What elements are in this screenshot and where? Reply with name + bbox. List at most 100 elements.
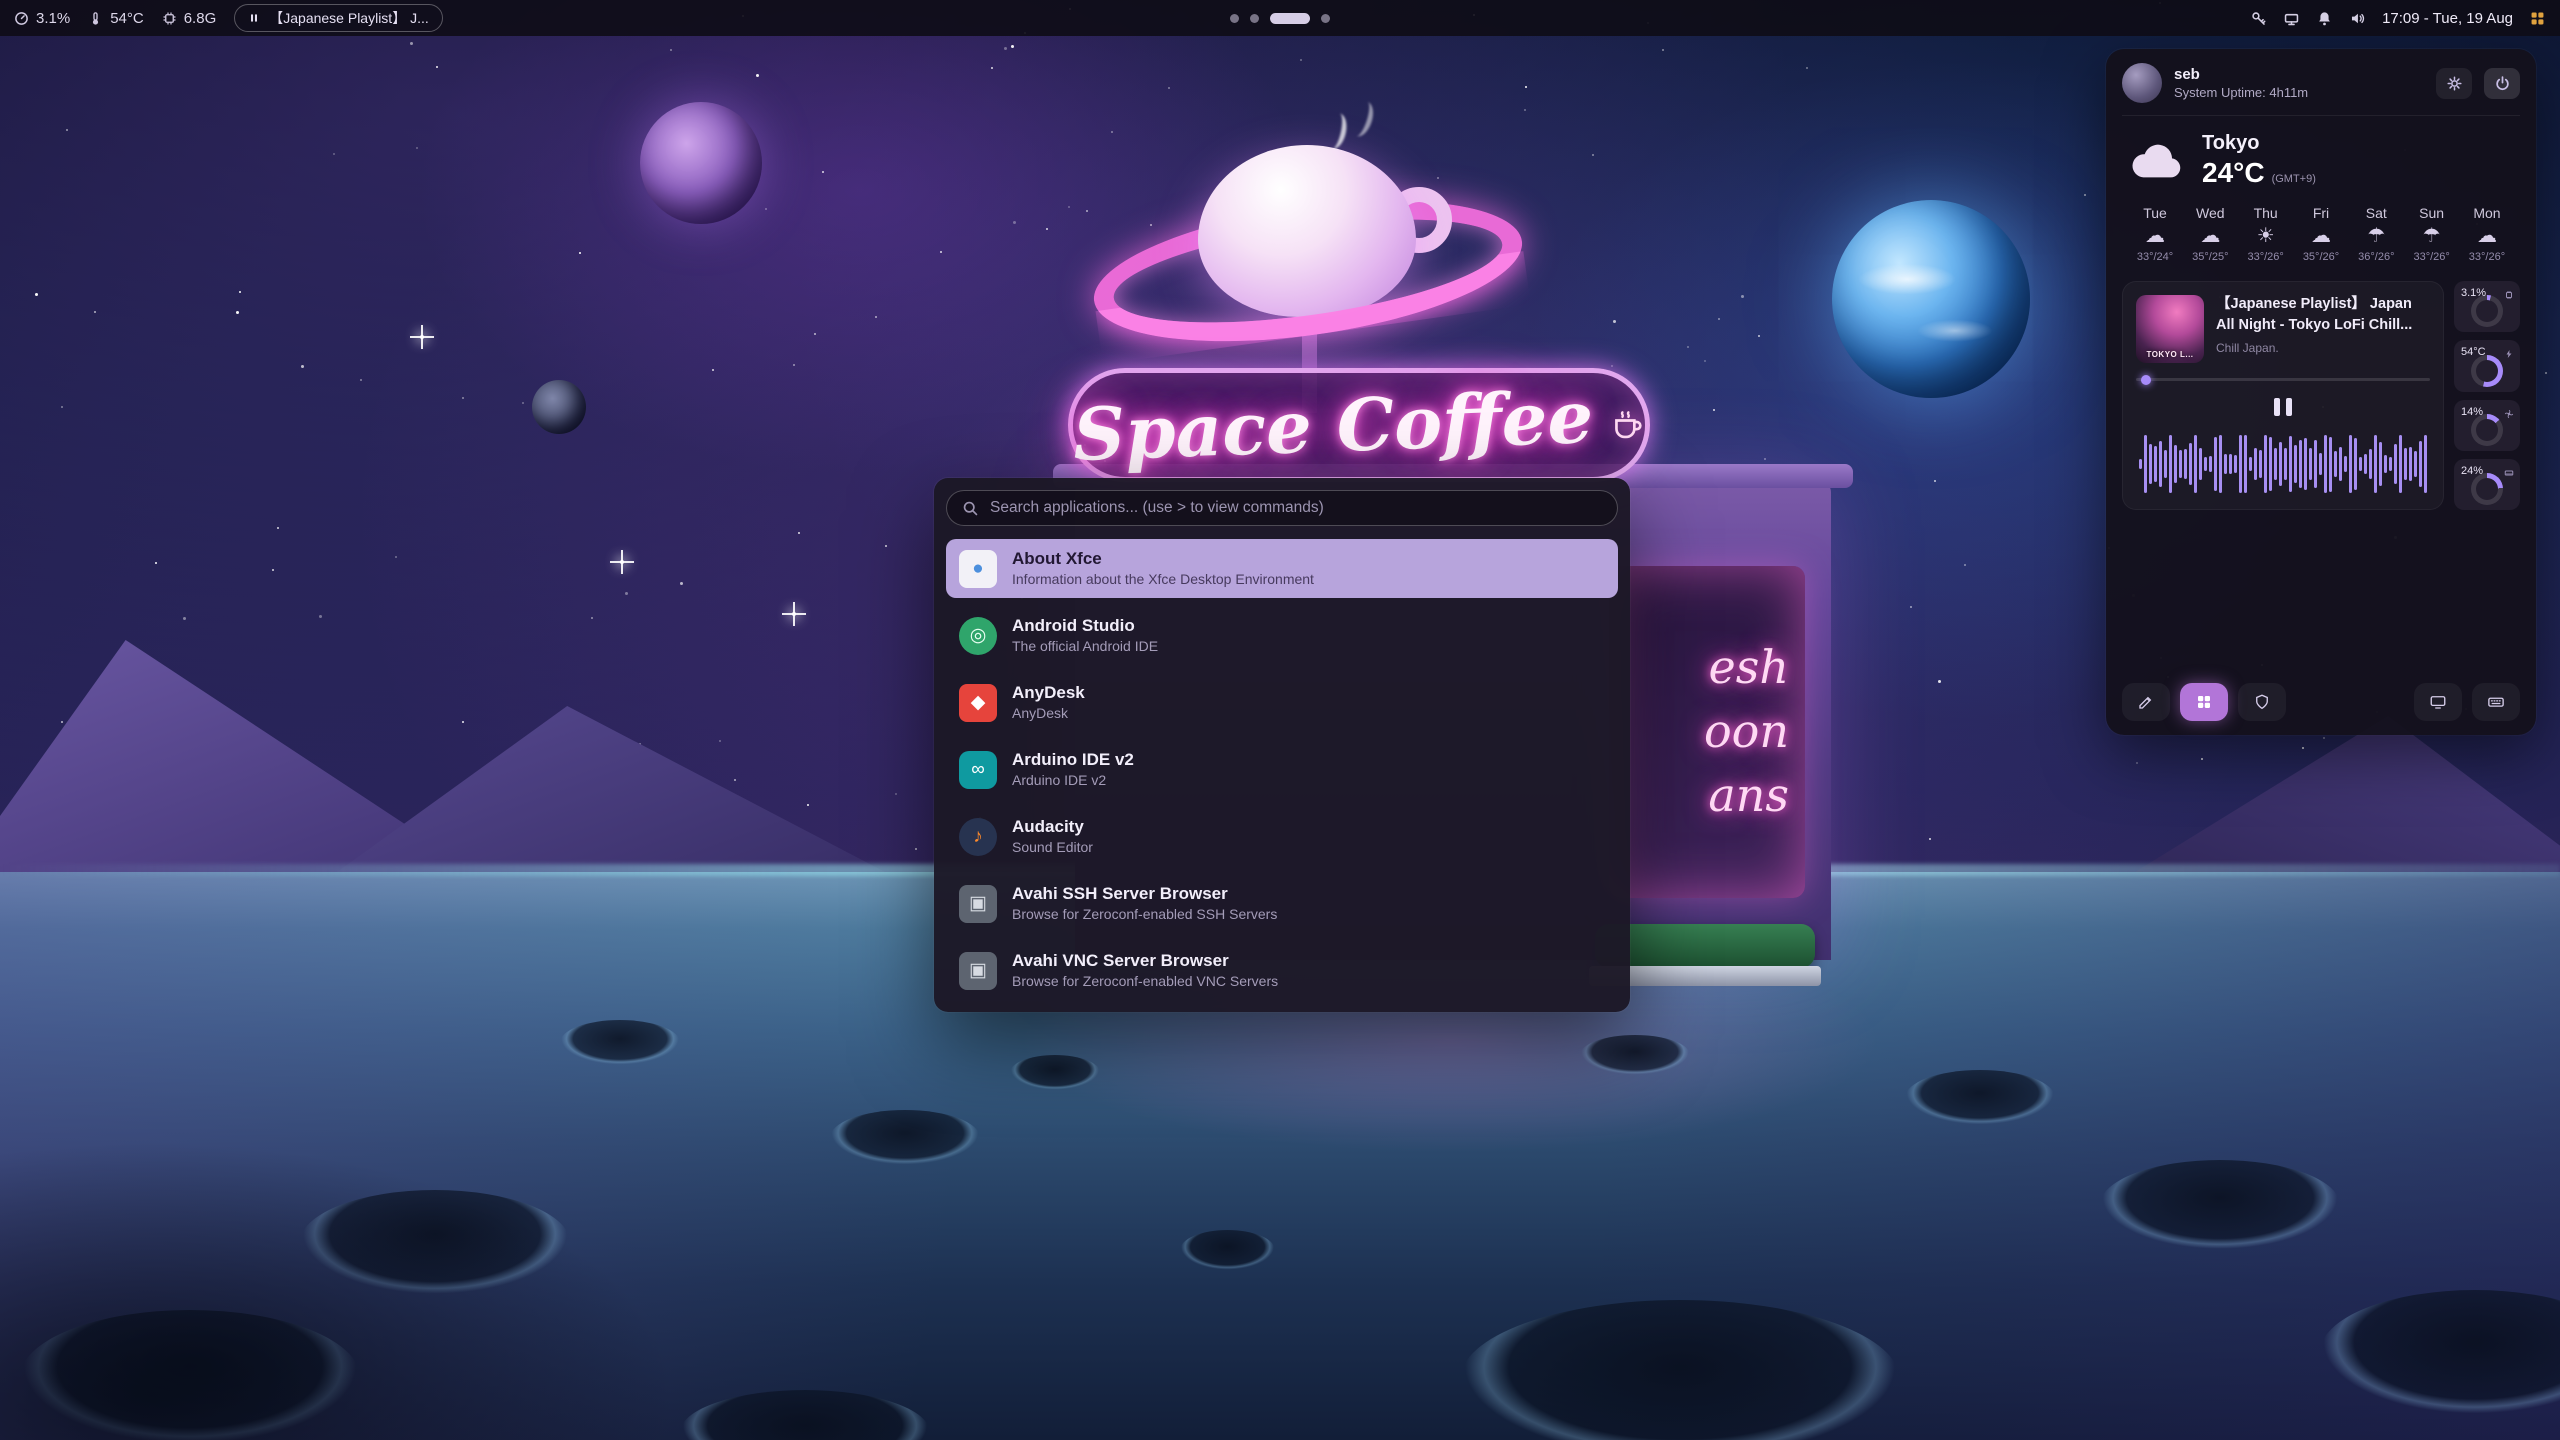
forecast-temps: 33°/26° bbox=[2405, 251, 2459, 263]
launcher-item-avahi-ssh[interactable]: ▣ Avahi SSH Server Browser Browse for Ze… bbox=[946, 874, 1618, 933]
user-header: seb System Uptime: 4h11m bbox=[2122, 63, 2520, 116]
stat-gauge-memory: 24% bbox=[2454, 459, 2520, 510]
memory-usage: 6.8G bbox=[162, 10, 217, 27]
search-box[interactable] bbox=[946, 490, 1618, 526]
workspace-dot[interactable] bbox=[1230, 14, 1239, 23]
app-launcher: ● About Xfce Information about the Xfce … bbox=[934, 478, 1630, 1012]
clock[interactable]: 17:09 - Tue, 19 Aug bbox=[2382, 10, 2513, 27]
power-button[interactable] bbox=[2484, 68, 2520, 99]
forecast-day-label: Tue bbox=[2128, 205, 2182, 221]
app-icon: ● bbox=[959, 550, 997, 588]
forecast-temps: 33°/26° bbox=[2239, 251, 2293, 263]
coffee-cup-icon bbox=[1609, 403, 1645, 447]
crater bbox=[1905, 1070, 2055, 1125]
cpu-icon bbox=[2504, 290, 2514, 300]
now-playing-pill[interactable]: 【Japanese Playlist】 J... bbox=[234, 4, 443, 32]
keyboard-button[interactable] bbox=[2472, 683, 2520, 721]
pause-bar bbox=[2274, 398, 2280, 416]
forecast-day: Fri ☁ 35°/26° bbox=[2294, 205, 2348, 263]
weather-condition-icon: ☂ bbox=[2349, 226, 2403, 246]
pause-bar bbox=[2286, 398, 2292, 416]
forecast-day-label: Sat bbox=[2349, 205, 2403, 221]
weather-condition-icon: ☁ bbox=[2460, 226, 2514, 246]
app-grid-icon[interactable] bbox=[2529, 10, 2546, 27]
weather-city: Tokyo bbox=[2202, 132, 2316, 155]
search-input[interactable] bbox=[990, 499, 1602, 517]
security-button[interactable] bbox=[2238, 683, 2286, 721]
stat-ring bbox=[2471, 473, 2503, 505]
earth-planet bbox=[1832, 200, 2030, 398]
launcher-item-android-studio[interactable]: ◎ Android Studio The official Android ID… bbox=[946, 606, 1618, 665]
memory-usage-value: 6.8G bbox=[184, 10, 217, 27]
launcher-item-arduino-ide[interactable]: ∞ Arduino IDE v2 Arduino IDE v2 bbox=[946, 740, 1618, 799]
launcher-item-anydesk[interactable]: ◆ AnyDesk AnyDesk bbox=[946, 673, 1618, 732]
workspace-active-pill[interactable] bbox=[1270, 13, 1310, 24]
forecast-day: Thu ☀ 33°/26° bbox=[2239, 205, 2293, 263]
notifications-bell-icon[interactable] bbox=[2316, 10, 2333, 27]
workspace-indicator[interactable] bbox=[1230, 0, 1330, 36]
keyboard-icon bbox=[2487, 693, 2505, 711]
progress-handle[interactable] bbox=[2141, 375, 2151, 385]
search-icon bbox=[962, 500, 979, 517]
forecast-day-label: Thu bbox=[2239, 205, 2293, 221]
ground-shadow bbox=[0, 1140, 680, 1440]
launcher-item-about-xfce[interactable]: ● About Xfce Information about the Xfce … bbox=[946, 539, 1618, 598]
weather-condition-icon: ☁ bbox=[2128, 226, 2182, 246]
shield-icon bbox=[2253, 693, 2271, 711]
volume-icon[interactable] bbox=[2349, 10, 2366, 27]
network-device-icon[interactable] bbox=[2283, 10, 2300, 27]
pause-button[interactable] bbox=[2264, 392, 2302, 422]
crater bbox=[830, 1110, 980, 1165]
small-moon bbox=[532, 380, 586, 434]
stat-ring bbox=[2471, 295, 2503, 327]
dashboard-panel: seb System Uptime: 4h11m Tokyo 24°C (GMT… bbox=[2106, 49, 2536, 735]
fan-icon bbox=[2504, 409, 2514, 419]
gear-icon bbox=[2446, 75, 2463, 92]
forecast-day-label: Mon bbox=[2460, 205, 2514, 221]
star-sparkle bbox=[792, 612, 796, 616]
workspace-dot[interactable] bbox=[1321, 14, 1330, 23]
system-stats: 3.1% 54°C 14% 24% bbox=[2454, 281, 2520, 510]
album-art: TOKYO L... bbox=[2136, 295, 2204, 363]
edit-button[interactable] bbox=[2122, 683, 2170, 721]
stat-ring bbox=[2471, 414, 2503, 446]
pencil-icon bbox=[2137, 693, 2155, 711]
vpn-key-icon[interactable] bbox=[2250, 10, 2267, 27]
topbar-left: 3.1% 54°C 6.8G 【Japanese Playlist】 J... bbox=[14, 4, 443, 32]
forecast-temps: 35°/26° bbox=[2294, 251, 2348, 263]
apps-button[interactable] bbox=[2180, 683, 2228, 721]
app-description: AnyDesk bbox=[1012, 705, 1085, 722]
track-subtitle: Chill Japan. bbox=[2216, 341, 2412, 355]
display-button[interactable] bbox=[2414, 683, 2462, 721]
forecast-day: Sat ☂ 36°/26° bbox=[2349, 205, 2403, 263]
launcher-item-audacity[interactable]: ♪ Audacity Sound Editor bbox=[946, 807, 1618, 866]
forecast-day: Wed ☁ 35°/25° bbox=[2183, 205, 2237, 263]
album-art-text: TOKYO L... bbox=[2139, 350, 2201, 359]
thermometer-icon bbox=[88, 11, 103, 26]
weather-widget: Tokyo 24°C (GMT+9) Tue ☁ 33°/24° Wed ☁ 3… bbox=[2122, 116, 2520, 267]
crater bbox=[2100, 1160, 2340, 1250]
track-progress-bar[interactable] bbox=[2136, 378, 2430, 381]
app-description: Information about the Xfce Desktop Envir… bbox=[1012, 571, 1314, 588]
settings-button[interactable] bbox=[2436, 68, 2472, 99]
power-icon bbox=[2494, 75, 2511, 92]
app-icon: ▣ bbox=[959, 952, 997, 990]
memory-chip-icon bbox=[162, 11, 177, 26]
cpu-usage-value: 3.1% bbox=[36, 10, 70, 27]
app-description: Browse for Zeroconf-enabled VNC Servers bbox=[1012, 973, 1278, 990]
weather-condition-icon: ☀ bbox=[2239, 226, 2293, 246]
app-description: Sound Editor bbox=[1012, 839, 1093, 856]
track-title-line1: 【Japanese Playlist】 Japan bbox=[2216, 295, 2412, 313]
music-player: TOKYO L... 【Japanese Playlist】 Japan All… bbox=[2122, 281, 2444, 510]
launcher-item-avahi-vnc[interactable]: ▣ Avahi VNC Server Browser Browse for Ze… bbox=[946, 941, 1618, 1000]
crater bbox=[560, 1020, 680, 1065]
app-icon: ◎ bbox=[959, 617, 997, 655]
app-title: AnyDesk bbox=[1012, 683, 1085, 703]
app-title: Avahi SSH Server Browser bbox=[1012, 884, 1277, 904]
stat-gauge-fan: 14% bbox=[2454, 400, 2520, 451]
grid-icon bbox=[2195, 693, 2213, 711]
app-title: Avahi VNC Server Browser bbox=[1012, 951, 1278, 971]
workspace-dot[interactable] bbox=[1250, 14, 1259, 23]
forecast-day: Tue ☁ 33°/24° bbox=[2128, 205, 2182, 263]
username: seb bbox=[2174, 66, 2424, 83]
